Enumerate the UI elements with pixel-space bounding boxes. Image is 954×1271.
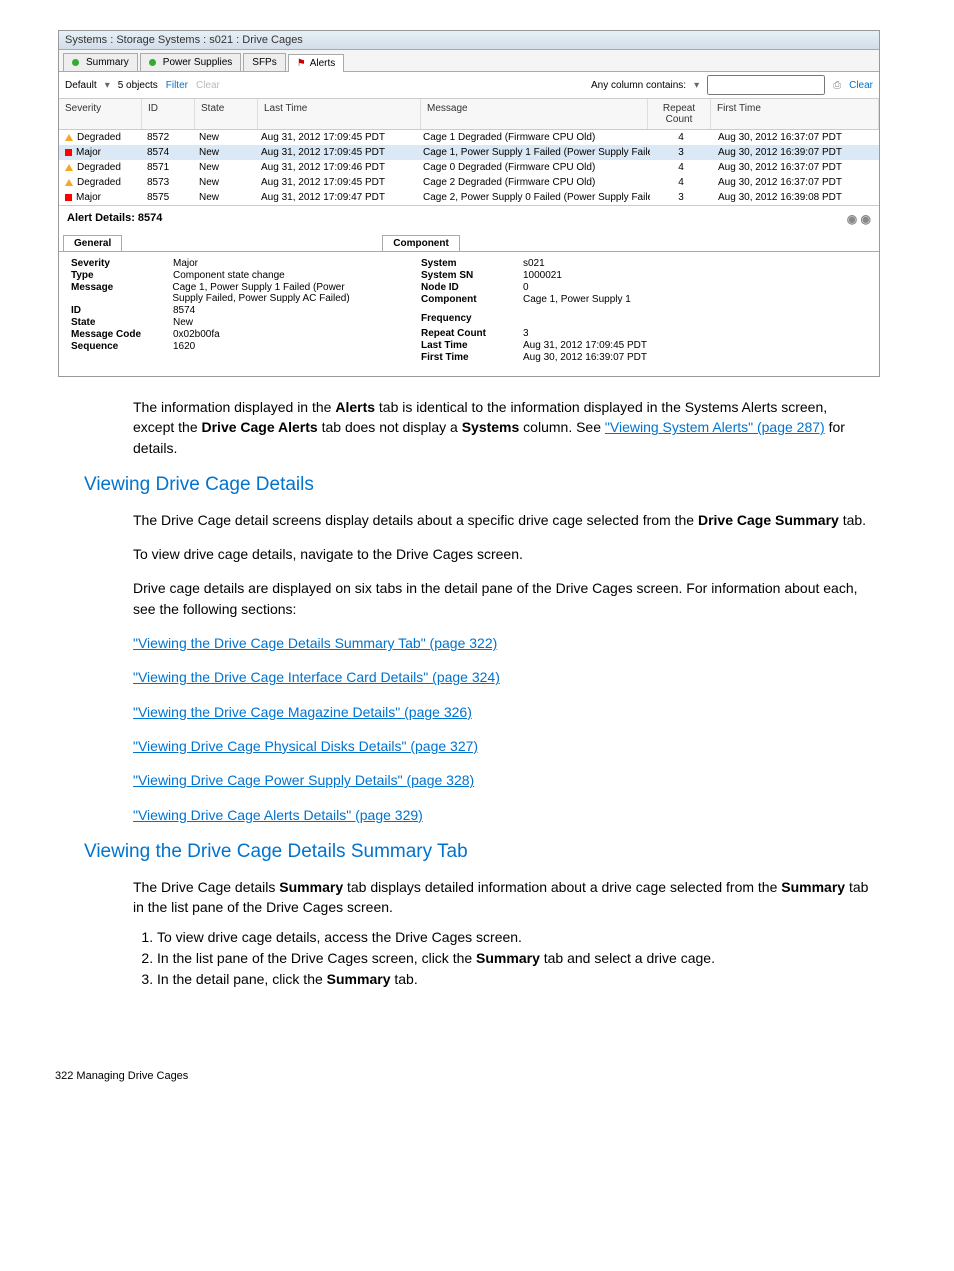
table-row[interactable]: Degraded8573NewAug 31, 2012 17:09:45 PDT… [59,175,879,190]
cell-last-time: Aug 31, 2012 17:09:47 PDT [255,191,417,204]
object-count: 5 objects [118,80,158,91]
cell-first-time: Aug 30, 2012 16:37:07 PDT [712,161,879,174]
export-icon[interactable]: ⎙ [833,80,841,91]
alert-details-header: Alert Details: 8574 ◉ ◉ [59,205,879,232]
detail-tabs: General Component [59,232,879,252]
col-last-time[interactable]: Last Time [258,99,421,129]
cell-message: Cage 0 Degraded (Firmware CPU Old) [417,161,650,174]
table-row[interactable]: Degraded8572NewAug 31, 2012 17:09:45 PDT… [59,130,879,145]
cell-repeat-count: 4 [650,161,712,174]
up-down-icons[interactable]: ◉ ◉ [847,212,871,226]
paragraph: The Drive Cage detail screens display de… [133,510,869,530]
paragraph: The Drive Cage details Summary tab displ… [133,877,869,918]
tab-alerts[interactable]: ⚑Alerts [288,54,345,72]
cell-last-time: Aug 31, 2012 17:09:45 PDT [255,146,417,159]
heading-summary-tab: Viewing the Drive Cage Details Summary T… [84,841,899,863]
flag-icon: ⚑ [297,58,306,69]
link-physical-disks[interactable]: "Viewing Drive Cage Physical Disks Detai… [133,738,478,754]
cell-message: Cage 2 Degraded (Firmware CPU Old) [417,176,650,189]
col-first-time[interactable]: First Time [711,99,879,129]
table-header: Severity ID State Last Time Message Repe… [59,99,879,130]
cell-severity: Major [59,146,141,159]
tab-sfps[interactable]: SFPs [243,53,285,71]
cell-last-time: Aug 31, 2012 17:09:46 PDT [255,161,417,174]
status-icon [149,59,156,66]
status-icon [72,59,79,66]
cell-last-time: Aug 31, 2012 17:09:45 PDT [255,176,417,189]
cell-first-time: Aug 30, 2012 16:39:07 PDT [712,146,879,159]
cell-id: 8574 [141,146,193,159]
cell-first-time: Aug 30, 2012 16:37:07 PDT [712,176,879,189]
link-interface-card[interactable]: "Viewing the Drive Cage Interface Card D… [133,669,500,685]
cell-id: 8572 [141,131,193,144]
cell-id: 8575 [141,191,193,204]
cell-severity: Degraded [59,161,141,174]
link-viewing-system-alerts[interactable]: "Viewing System Alerts" (page 287) [605,419,825,435]
tab-power-supplies[interactable]: Power Supplies [140,53,241,71]
cell-first-time: Aug 30, 2012 16:37:07 PDT [712,131,879,144]
paragraph: Drive cage details are displayed on six … [133,578,869,619]
col-id[interactable]: ID [142,99,195,129]
detail-tab-component[interactable]: Component [382,235,460,251]
steps-list: To view drive cage details, access the D… [133,927,899,990]
any-column-label: Any column contains: [591,80,686,91]
table-row[interactable]: Major8574NewAug 31, 2012 17:09:45 PDTCag… [59,145,879,160]
cell-state: New [193,176,255,189]
step-3: In the detail pane, click the Summary ta… [157,969,899,990]
paragraph: To view drive cage details, navigate to … [133,544,869,564]
cell-message: Cage 1, Power Supply 1 Failed (Power Sup… [417,146,650,159]
cell-severity: Degraded [59,176,141,189]
cell-message: Cage 1 Degraded (Firmware CPU Old) [417,131,650,144]
cell-severity: Major [59,191,141,204]
cell-state: New [193,146,255,159]
cell-state: New [193,191,255,204]
window-title: Systems : Storage Systems : s021 : Drive… [59,31,879,50]
tab-summary[interactable]: Summary [63,53,138,71]
link-summary-tab[interactable]: "Viewing the Drive Cage Details Summary … [133,635,497,651]
cell-repeat-count: 4 [650,176,712,189]
cell-repeat-count: 3 [650,146,712,159]
paragraph: The information displayed in the Alerts … [133,397,869,458]
detail-body: SeverityMajor TypeComponent state change… [59,252,879,376]
table-row[interactable]: Major8575NewAug 31, 2012 17:09:47 PDTCag… [59,190,879,205]
detail-tab-general[interactable]: General [63,235,122,251]
clear-link[interactable]: Clear [849,80,873,91]
drive-cages-window: Systems : Storage Systems : s021 : Drive… [58,30,880,377]
step-2: In the list pane of the Drive Cages scre… [157,948,899,969]
cell-repeat-count: 4 [650,131,712,144]
cell-severity: Degraded [59,131,141,144]
col-message[interactable]: Message [421,99,648,129]
table-row[interactable]: Degraded8571NewAug 31, 2012 17:09:46 PDT… [59,160,879,175]
col-repeat-count[interactable]: Repeat Count [648,99,711,129]
cell-first-time: Aug 30, 2012 16:39:08 PDT [712,191,879,204]
page-footer: 322 Managing Drive Cages [55,1070,899,1082]
step-1: To view drive cage details, access the D… [157,927,899,948]
filter-input[interactable] [707,75,825,95]
link-alerts-details[interactable]: "Viewing Drive Cage Alerts Details" (pag… [133,807,423,823]
filter-link[interactable]: Filter [166,80,188,91]
link-power-supply[interactable]: "Viewing Drive Cage Power Supply Details… [133,772,474,788]
cell-message: Cage 2, Power Supply 0 Failed (Power Sup… [417,191,650,204]
cell-id: 8573 [141,176,193,189]
cell-repeat-count: 3 [650,191,712,204]
alerts-table: Severity ID State Last Time Message Repe… [59,99,879,205]
cell-state: New [193,131,255,144]
cell-id: 8571 [141,161,193,174]
col-severity[interactable]: Severity [59,99,142,129]
layout-dropdown[interactable]: Default [65,80,97,91]
link-magazine[interactable]: "Viewing the Drive Cage Magazine Details… [133,704,472,720]
top-tabs: Summary Power Supplies SFPs ⚑Alerts [59,50,879,72]
cell-state: New [193,161,255,174]
heading-viewing-drive-cage-details: Viewing Drive Cage Details [84,474,899,496]
col-state[interactable]: State [195,99,258,129]
cell-last-time: Aug 31, 2012 17:09:45 PDT [255,131,417,144]
clear-filter[interactable]: Clear [196,80,220,91]
toolbar: Default ▾ 5 objects Filter Clear Any col… [59,72,879,99]
